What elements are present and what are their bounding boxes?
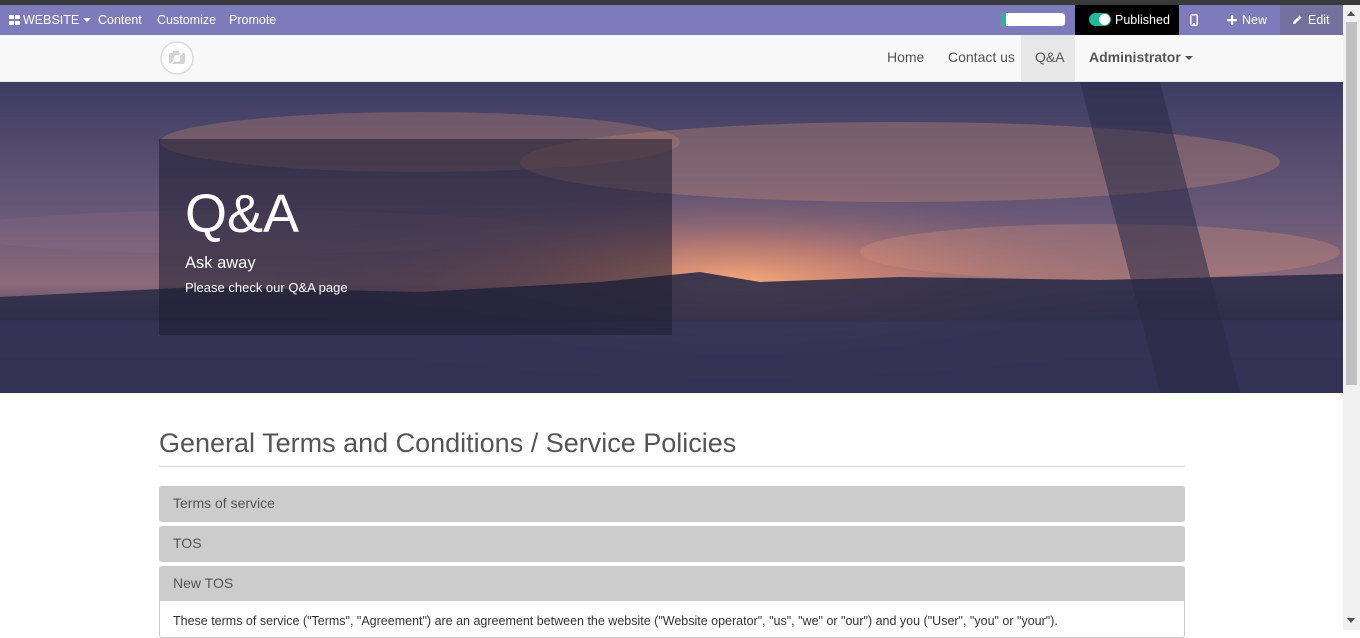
nav-qa[interactable]: Q&A — [1035, 35, 1065, 81]
publish-toggle-button[interactable]: Published — [1075, 5, 1179, 35]
progress-bar — [1001, 13, 1065, 26]
panel-body-text: These terms of service ("Terms", "Agreem… — [173, 614, 1058, 628]
pencil-icon — [1293, 15, 1302, 24]
scroll-down-arrow-icon[interactable] — [1347, 618, 1355, 623]
page-title: General Terms and Conditions / Service P… — [159, 428, 737, 458]
new-label: New — [1242, 13, 1268, 27]
content-menu[interactable]: Content — [98, 5, 142, 35]
website-menu-label: WEBSITE — [23, 13, 80, 27]
grid-icon — [9, 15, 20, 25]
hero-text: Please check our Q&A page — [185, 280, 348, 295]
website-menu[interactable]: WEBSITE — [9, 5, 92, 35]
hero-banner: Q&A Ask away Please check our Q&A page — [0, 82, 1343, 393]
caret-down-icon — [1184, 56, 1193, 60]
mobile-icon[interactable] — [1190, 14, 1198, 26]
site-navbar: Home Contact us Q&A Administrator — [0, 35, 1343, 82]
page-scrollbar[interactable] — [1343, 5, 1360, 630]
panel-heading[interactable]: Terms of service — [160, 487, 1184, 521]
progress-fill — [1001, 13, 1007, 26]
panel-terms-of-service[interactable]: Terms of service — [159, 486, 1185, 522]
camera-logo-icon[interactable] — [160, 41, 194, 75]
hero-subtitle: Ask away — [185, 254, 256, 272]
plus-icon — [1227, 15, 1237, 25]
published-label: Published — [1115, 13, 1170, 27]
panel-heading[interactable]: TOS — [160, 527, 1184, 561]
hero-caption-box: Q&A Ask away Please check our Q&A page — [159, 139, 672, 335]
customize-menu[interactable]: Customize — [157, 5, 216, 35]
new-button[interactable]: New — [1227, 5, 1267, 35]
panel-new-tos[interactable]: New TOS These terms of service ("Terms",… — [159, 566, 1185, 638]
panel-heading[interactable]: New TOS — [160, 567, 1184, 601]
panel-tos[interactable]: TOS — [159, 526, 1185, 562]
heading-divider — [159, 466, 1185, 467]
hero-title: Q&A — [185, 184, 300, 244]
user-menu-label: Administrator — [1089, 49, 1181, 65]
edit-button[interactable]: Edit — [1280, 5, 1343, 35]
toggle-switch-icon — [1089, 13, 1111, 26]
nav-contact-us[interactable]: Contact us — [948, 35, 1015, 81]
admin-bar: WEBSITE Content Customize Promote Publis… — [0, 5, 1343, 35]
promote-menu[interactable]: Promote — [229, 5, 276, 35]
user-menu[interactable]: Administrator — [1089, 35, 1193, 81]
edit-label: Edit — [1308, 13, 1330, 27]
scrollbar-thumb[interactable] — [1346, 22, 1357, 385]
nav-home[interactable]: Home — [887, 35, 924, 81]
scroll-up-arrow-icon[interactable] — [1347, 11, 1355, 16]
caret-down-icon — [83, 18, 92, 22]
